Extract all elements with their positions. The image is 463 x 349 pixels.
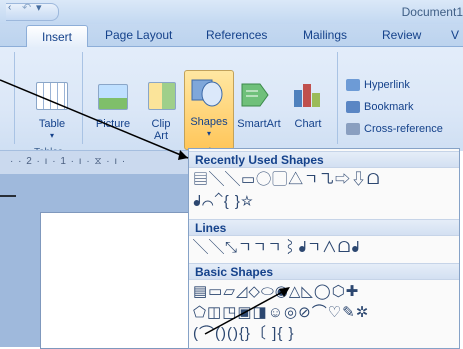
clipart-button[interactable]: Clip [146,118,176,130]
shapes-label: Shapes [190,116,228,128]
tab-references[interactable]: References [206,28,267,42]
document-page[interactable] [40,212,192,349]
picture-icon [98,84,128,110]
cross-reference-button[interactable]: Cross-reference [364,123,443,135]
bookmark-icon [346,101,360,113]
shapes-icon [191,79,223,107]
lines-header: Lines [189,219,459,236]
hyperlink-button[interactable]: Hyperlink [364,79,410,91]
document-title: Document1 [401,5,463,19]
undo-icon[interactable]: ↶ [22,1,31,14]
qat-customize-button[interactable]: ▾ [36,1,42,14]
picture-button[interactable]: Picture [92,118,134,130]
tab-view[interactable]: V [451,28,459,42]
shapes-gallery: Recently Used Shapes ▤╲╲▭◯▢△ㄱ㇈⇨⇩ᗝ ᖱ⌒⌃{ }… [188,148,460,349]
ruler-markings: · · 2 · ı · 1 · ı · ⧖ · ı · [10,156,127,167]
clipart-button-line2[interactable]: Art [146,130,176,142]
recently-used-shapes-header: Recently Used Shapes [189,151,459,168]
bookmark-button[interactable]: Bookmark [364,101,414,113]
group-separator [82,52,83,144]
lines-row[interactable]: ╲╲⤡ㄱㄱㄱ⌇ᖱㄱ∧ᗝᖱ [193,239,360,257]
shapes-dropdown-arrow[interactable]: ▾ [184,129,234,138]
basic-shapes-header: Basic Shapes [189,263,459,280]
tab-review[interactable]: Review [382,28,421,42]
title-bar [0,0,463,24]
hyperlink-icon [346,79,360,91]
table-button[interactable]: Table [36,118,68,130]
cross-reference-icon [346,123,360,135]
table-dropdown-arrow[interactable]: ▾ [36,131,68,140]
recent-shapes-row[interactable]: ᖱ⌒⌃{ }☆ [193,193,254,211]
recent-shapes-row[interactable]: ▤╲╲▭◯▢△ㄱ㇈⇨⇩ᗝ [193,171,380,189]
tab-insert[interactable]: Insert [26,25,88,48]
chart-icon [294,84,320,107]
qat-arrow-icon[interactable]: ‹ [8,2,11,13]
basic-shapes-row[interactable]: (⌒()(){}〔 ]{ } [193,325,295,343]
basic-shapes-row[interactable]: ⬠◫◳▣◨☺◎⊘⌒♡✎✲ [193,304,369,322]
clipart-icon [148,82,176,110]
tab-page-layout[interactable]: Page Layout [105,28,172,42]
group-separator [337,52,338,144]
group-separator [14,52,15,144]
smartart-button[interactable]: SmartArt [234,118,284,130]
basic-shapes-row[interactable]: ▤▭▱◿◇⬭◉△◺◯⬡✚ [193,283,359,301]
table-icon [36,82,68,110]
quick-access-toolbar [6,3,59,21]
smartart-icon [241,83,269,107]
tab-mailings[interactable]: Mailings [303,28,347,42]
chart-button[interactable]: Chart [288,118,328,130]
